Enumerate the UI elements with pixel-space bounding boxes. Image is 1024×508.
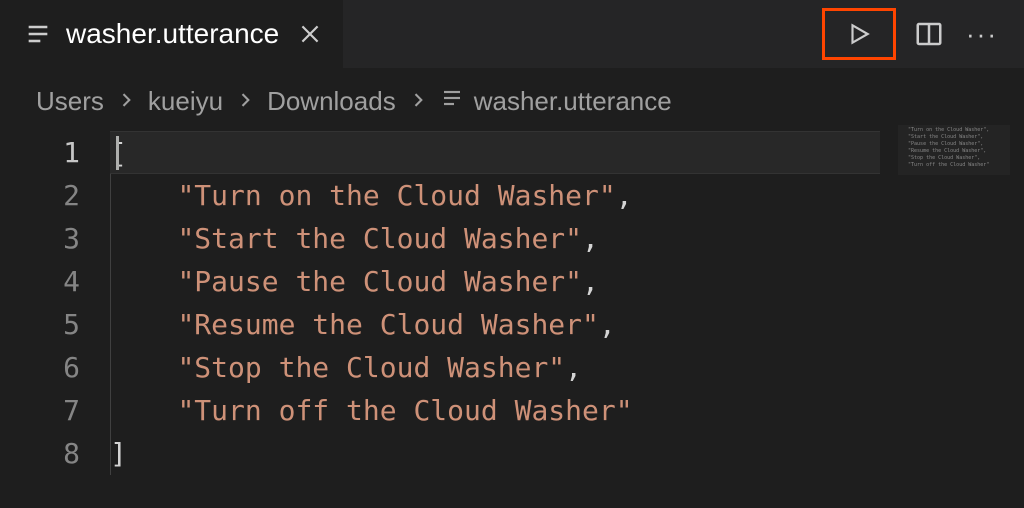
tab-actions: ··· bbox=[822, 8, 1024, 60]
code-line[interactable]: "Pause the Cloud Washer", bbox=[110, 260, 1024, 303]
code-line[interactable]: "Start the Cloud Washer", bbox=[110, 217, 1024, 260]
breadcrumb-file-label: washer.utterance bbox=[474, 86, 672, 117]
line-number-gutter: 12345678 bbox=[0, 131, 110, 475]
file-lines-icon bbox=[24, 20, 52, 48]
chevron-right-icon bbox=[408, 86, 428, 117]
code-content[interactable]: [ "Turn on the Cloud Washer", "Start the… bbox=[110, 131, 1024, 475]
editor-tab[interactable]: washer.utterance bbox=[0, 0, 343, 68]
line-number: 8 bbox=[0, 432, 80, 475]
more-actions-icon[interactable]: ··· bbox=[962, 19, 1002, 50]
code-line[interactable]: [ bbox=[110, 131, 880, 174]
code-line[interactable]: "Turn on the Cloud Washer", bbox=[110, 174, 1024, 217]
chevron-right-icon bbox=[116, 86, 136, 117]
breadcrumb-item[interactable]: kueiyu bbox=[148, 86, 223, 117]
breadcrumb-item[interactable]: Downloads bbox=[267, 86, 396, 117]
tab-label: washer.utterance bbox=[66, 18, 279, 50]
split-editor-icon[interactable] bbox=[914, 19, 944, 49]
line-number: 7 bbox=[0, 389, 80, 432]
line-number: 2 bbox=[0, 174, 80, 217]
text-cursor bbox=[116, 136, 119, 170]
line-number: 4 bbox=[0, 260, 80, 303]
code-line[interactable]: ] bbox=[110, 432, 1024, 475]
tab-bar: washer.utterance ··· bbox=[0, 0, 1024, 68]
code-line[interactable]: "Stop the Cloud Washer", bbox=[110, 346, 1024, 389]
breadcrumb-file[interactable]: washer.utterance bbox=[440, 86, 672, 117]
minimap[interactable]: "Turn on the Cloud Washer", "Start the C… bbox=[898, 125, 1010, 175]
line-number: 5 bbox=[0, 303, 80, 346]
breadcrumb-item[interactable]: Users bbox=[36, 86, 104, 117]
close-icon[interactable] bbox=[297, 21, 323, 47]
editor-area[interactable]: 12345678 [ "Turn on the Cloud Washer", "… bbox=[0, 125, 1024, 475]
code-line[interactable]: "Turn off the Cloud Washer" bbox=[110, 389, 1024, 432]
file-lines-icon bbox=[440, 86, 464, 117]
line-number: 1 bbox=[0, 131, 80, 174]
run-button[interactable] bbox=[822, 8, 896, 60]
line-number: 3 bbox=[0, 217, 80, 260]
line-number: 6 bbox=[0, 346, 80, 389]
breadcrumb[interactable]: Users kueiyu Downloads washer.utterance bbox=[0, 68, 1024, 125]
chevron-right-icon bbox=[235, 86, 255, 117]
code-line[interactable]: "Resume the Cloud Washer", bbox=[110, 303, 1024, 346]
